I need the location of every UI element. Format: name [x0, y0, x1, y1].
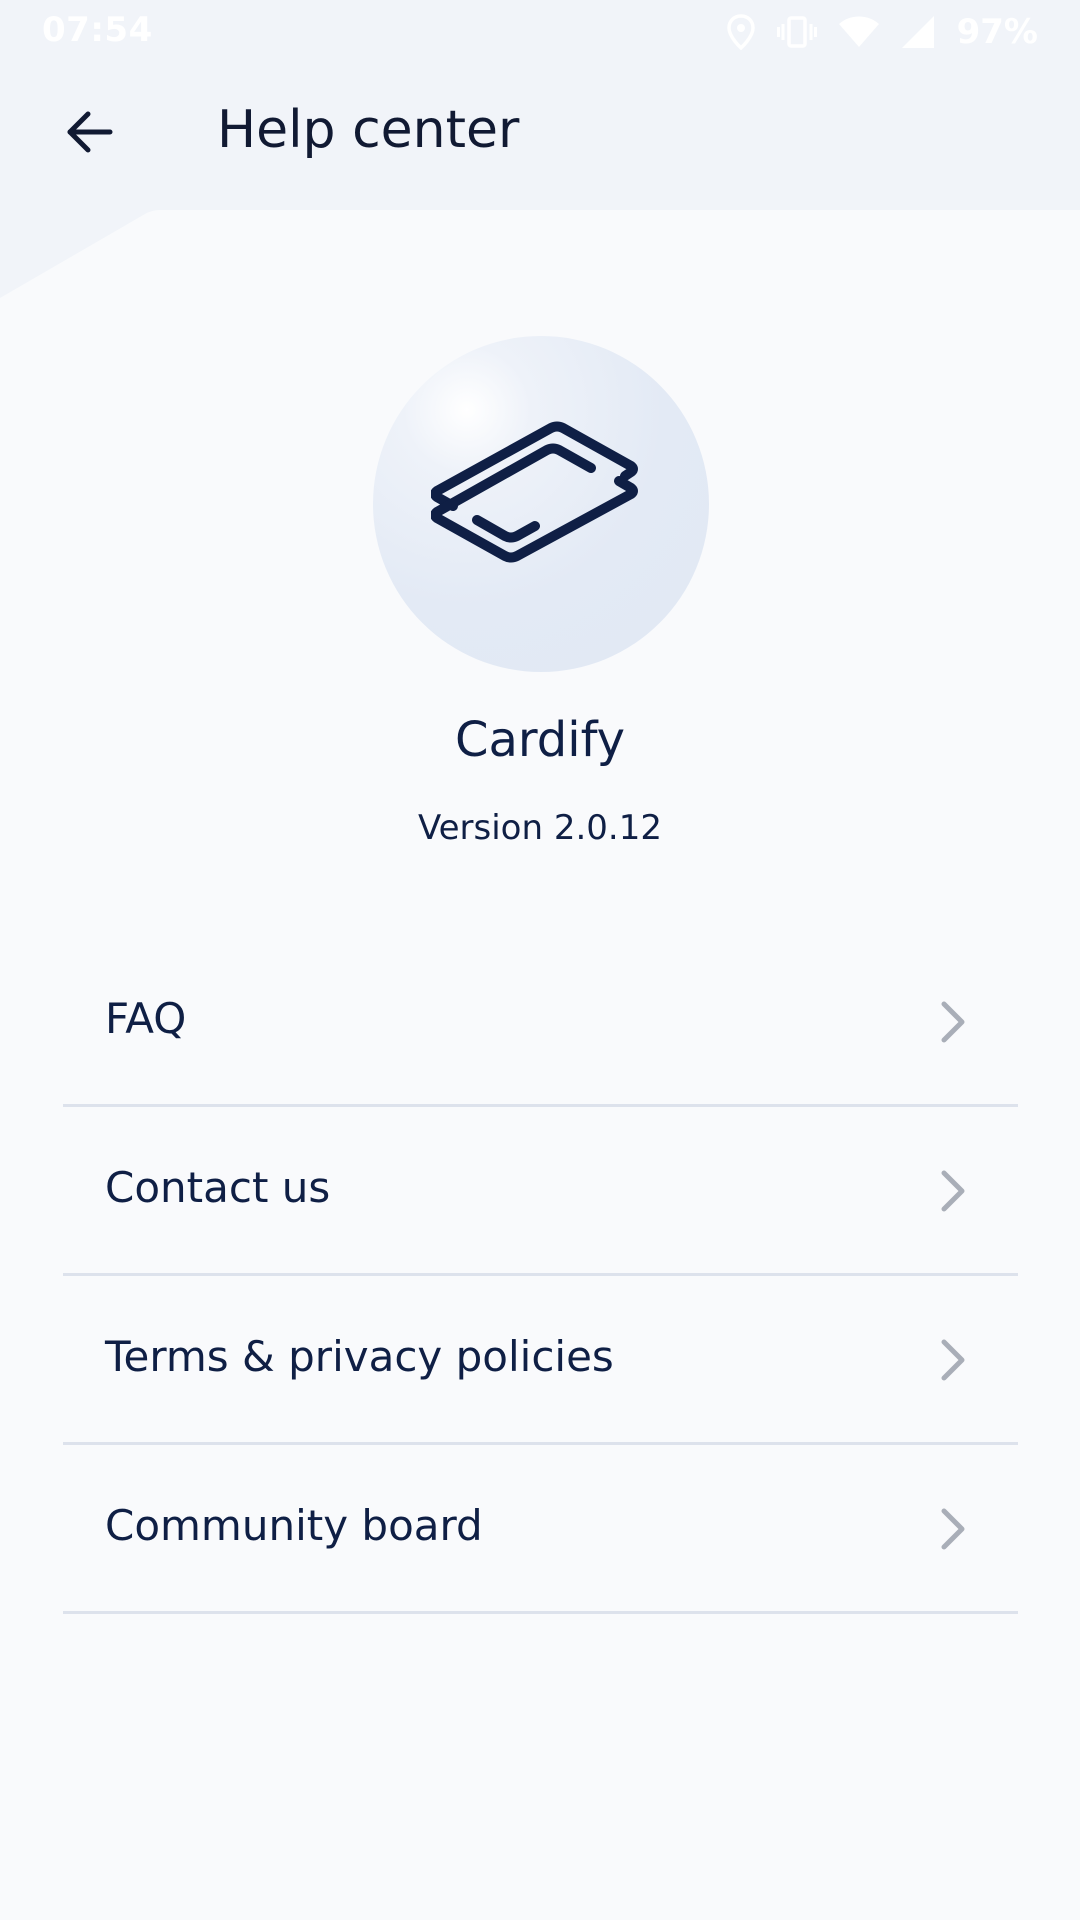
app-version: Version 2.0.12 [418, 808, 662, 848]
chevron-right-icon [941, 1339, 965, 1381]
menu-item-label: FAQ [105, 994, 187, 1043]
location-icon [726, 14, 755, 50]
app-name: Cardify [454, 712, 626, 768]
cardify-logo-icon [431, 421, 638, 563]
back-button[interactable] [50, 98, 130, 170]
menu-item-faq[interactable]: FAQ [63, 938, 1018, 1107]
wifi-icon [838, 16, 879, 48]
chevron-right-icon [941, 1001, 965, 1043]
menu-item-terms-privacy[interactable]: Terms & privacy policies [63, 1276, 1018, 1445]
menu-item-label: Contact us [105, 1163, 331, 1212]
status-bar: 07:54 97% [0, 0, 1080, 64]
status-time: 07:54 [42, 10, 153, 50]
status-icons: 97% [726, 10, 1038, 54]
battery-percentage: 97% [956, 12, 1038, 52]
app-bar: Help center [0, 64, 1080, 204]
signal-icon [901, 15, 935, 49]
vibrate-icon [776, 15, 817, 49]
arrow-left-icon [66, 110, 114, 158]
menu-item-contact-us[interactable]: Contact us [63, 1107, 1018, 1276]
chevron-right-icon [941, 1170, 965, 1212]
menu-item-community-board[interactable]: Community board [63, 1445, 1018, 1614]
menu-item-label: Community board [105, 1501, 483, 1550]
page-title: Help center [217, 100, 520, 160]
help-menu-list: FAQ Contact us Terms & privacy policies … [63, 938, 1018, 1614]
app-logo [373, 336, 709, 672]
menu-item-label: Terms & privacy policies [105, 1332, 614, 1381]
chevron-right-icon [941, 1508, 965, 1550]
